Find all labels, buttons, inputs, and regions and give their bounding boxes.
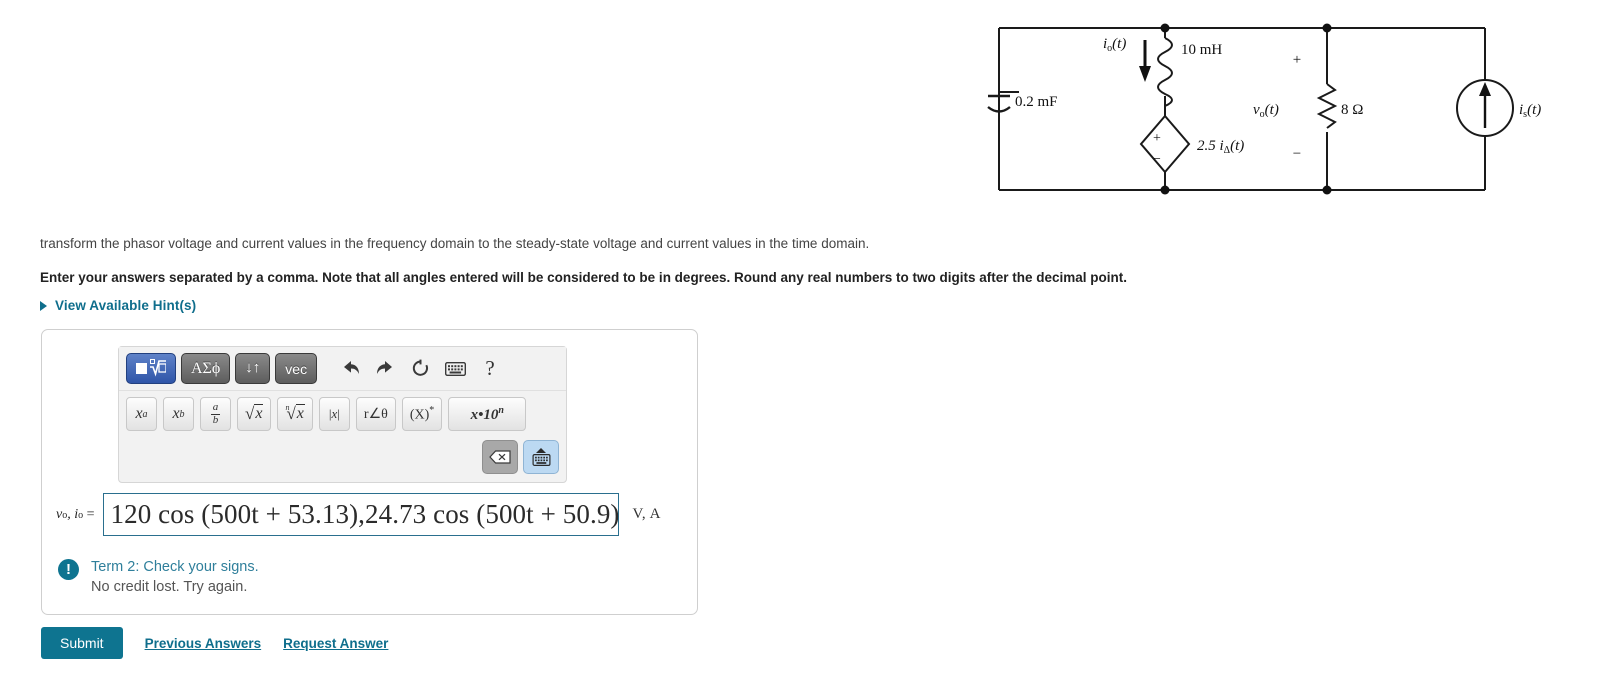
exclamation-icon: ! <box>58 559 79 580</box>
greek-symbols-button[interactable]: ΑΣϕ <box>181 353 231 384</box>
backspace-icon <box>489 450 511 464</box>
answer-units-label: V, A <box>632 506 661 522</box>
keyboard-toggle-button[interactable] <box>523 440 559 474</box>
greek-symbols-label: ΑΣϕ <box>191 359 221 377</box>
triangle-right-icon <box>40 300 47 311</box>
answer-input-row: vo, io = 120 cos (500t + 53.13),24.73 co… <box>56 493 661 536</box>
hints-label: View Available Hint(s) <box>55 298 197 313</box>
dependent-source-symbol <box>1139 114 1191 174</box>
feedback-title: Term 2: Check your signs. <box>91 559 259 575</box>
feedback-subtitle: No credit lost. Try again. <box>91 578 248 595</box>
inductor-symbol <box>1157 37 1173 107</box>
undo-icon <box>343 361 359 374</box>
fraction-button[interactable]: ab <box>200 397 231 431</box>
i-o-arrow <box>1139 40 1151 82</box>
onscreen-keyboard-button[interactable] <box>440 355 470 383</box>
template-mode-button[interactable] <box>126 353 176 384</box>
help-button[interactable]: ? <box>475 355 505 383</box>
view-available-hints-link[interactable]: View Available Hint(s) <box>40 298 196 313</box>
subscript-button[interactable]: xb <box>163 397 194 431</box>
math-toolbar-row-actions <box>119 437 566 482</box>
backspace-button[interactable] <box>482 440 518 474</box>
resistor-minus: − <box>1293 146 1301 162</box>
redo-icon <box>376 361 392 374</box>
previous-answers-link[interactable]: Previous Answers <box>145 636 262 651</box>
request-answer-link[interactable]: Request Answer <box>283 636 388 651</box>
resistor-value-label: 8 Ω <box>1341 102 1363 118</box>
problem-statement: transform the phasor voltage and current… <box>40 234 1240 301</box>
math-toolbar: ΑΣϕ ↓↑ vec ? x a x b a b √ x n √ x |x| r… <box>118 346 567 483</box>
resistor-plus: + <box>1293 52 1301 68</box>
nth-root-button[interactable]: n √ x <box>277 397 313 431</box>
problem-line-2: Enter your answers separated by a comma.… <box>40 269 1128 285</box>
conjugate-button[interactable]: (X)* <box>401 397 443 431</box>
submit-button[interactable]: Submit <box>41 627 123 659</box>
reset-button[interactable] <box>405 355 435 383</box>
inductor-value-label: 10 mH <box>1181 42 1222 58</box>
i-s-label: is(t) <box>1519 102 1541 120</box>
superscript-button[interactable]: xa <box>126 397 157 431</box>
swap-arrows-label: ↓↑ <box>245 360 261 376</box>
dep-source-plus: + <box>1153 131 1161 146</box>
resistor-symbol <box>1316 83 1338 129</box>
vector-button[interactable]: vec <box>275 353 318 384</box>
undo-button[interactable] <box>335 355 365 383</box>
keyboard-small-icon <box>532 454 550 466</box>
answer-variable-label: vo, io = <box>56 506 95 522</box>
answer-expression-value: 120 cos (500t + 53.13),24.73 cos (500t +… <box>110 499 620 529</box>
v-o-label: vo(t) <box>1253 102 1279 120</box>
swap-arrows-button[interactable]: ↓↑ <box>235 353 271 384</box>
caret-up-icon <box>536 448 546 453</box>
current-source-symbol <box>1456 79 1514 137</box>
keyboard-icon <box>444 361 466 376</box>
i-o-label: io(t) <box>1103 36 1126 54</box>
scientific-notation-button[interactable]: x•10n <box>448 397 527 431</box>
capacitor-value-label: 0.2 mF <box>1015 94 1058 110</box>
absolute-value-button[interactable]: |x| <box>318 397 350 431</box>
answer-panel: ΑΣϕ ↓↑ vec ? x a x b a b √ x n √ x |x| r… <box>41 329 698 615</box>
redo-button[interactable] <box>370 355 400 383</box>
square-root-button[interactable]: √ x <box>237 397 272 431</box>
help-label: ? <box>485 356 495 380</box>
dep-source-label: 2.5 iΔ(t) <box>1197 138 1244 156</box>
dep-source-minus: − <box>1153 152 1161 167</box>
action-bar: Submit Previous Answers Request Answer <box>41 627 388 659</box>
reset-icon <box>412 359 428 376</box>
circuit-diagram: iΔ(t) 0.2 mF io(t) 10 mH + − 2.5 iΔ(t) +… <box>985 8 1545 208</box>
math-toolbar-row-templates: xa xb ab √ x n √ x |x| r∠θ (X)* x•10n <box>119 391 566 437</box>
feedback-message: ! Term 2: Check your signs. No credit lo… <box>58 558 259 597</box>
problem-line-1: transform the phasor voltage and current… <box>40 236 870 251</box>
vector-label: vec <box>285 360 308 377</box>
answer-input[interactable]: 120 cos (500t + 53.13),24.73 cos (500t +… <box>102 493 620 536</box>
template-mode-icon <box>136 359 166 377</box>
math-toolbar-row-modes: ΑΣϕ ↓↑ vec ? <box>119 347 566 391</box>
polar-form-button[interactable]: r∠θ <box>355 397 396 431</box>
